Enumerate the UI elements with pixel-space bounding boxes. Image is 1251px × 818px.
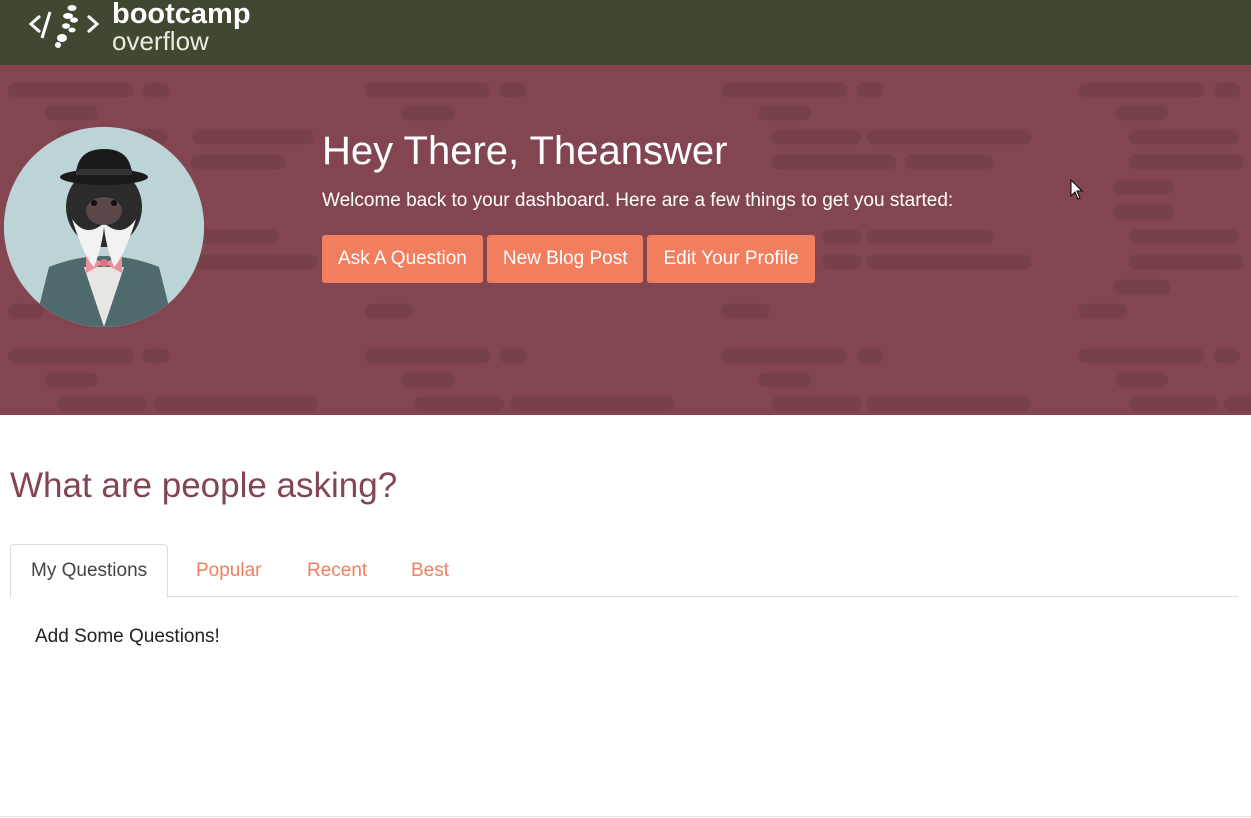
dashboard-hero: Hey There, Theanswer Welcome back to you…	[0, 65, 1251, 415]
divider	[0, 816, 1251, 817]
tab-label: My Questions	[31, 560, 148, 581]
new-blog-post-button[interactable]: New Blog Post	[486, 235, 644, 283]
welcome-subtitle: Welcome back to your dashboard. Here are…	[322, 190, 954, 211]
dashboard-actions: Ask A Question New Blog Post Edit Your P…	[322, 235, 815, 283]
brand-line-1: bootcamp	[112, 0, 251, 30]
empty-questions-message: Add Some Questions!	[35, 626, 220, 647]
mouse-cursor-icon	[1070, 179, 1084, 200]
user-avatar[interactable]	[4, 127, 204, 327]
brand-line-2: overflow	[112, 26, 209, 56]
top-navbar: bootcamp overflow	[0, 0, 1251, 65]
tab-my-questions[interactable]: My Questions	[10, 544, 169, 598]
code-boot-icon	[28, 5, 100, 48]
section-title: What are people asking?	[10, 466, 398, 505]
tab-label: Popular	[196, 559, 262, 581]
tab-popular[interactable]: Popular	[176, 544, 282, 597]
tab-best[interactable]: Best	[391, 544, 469, 597]
tab-label: Recent	[307, 559, 368, 581]
tab-recent[interactable]: Recent	[287, 544, 387, 597]
brand-name: bootcamp overflow	[112, 0, 251, 54]
monkey-avatar-icon	[4, 127, 204, 327]
edit-profile-button[interactable]: Edit Your Profile	[647, 235, 815, 283]
question-tabs: My Questions Popular Recent Best	[10, 544, 1238, 598]
tab-label: Best	[411, 559, 450, 581]
ask-question-button[interactable]: Ask A Question	[322, 235, 483, 283]
welcome-heading: Hey There, Theanswer	[322, 129, 728, 173]
